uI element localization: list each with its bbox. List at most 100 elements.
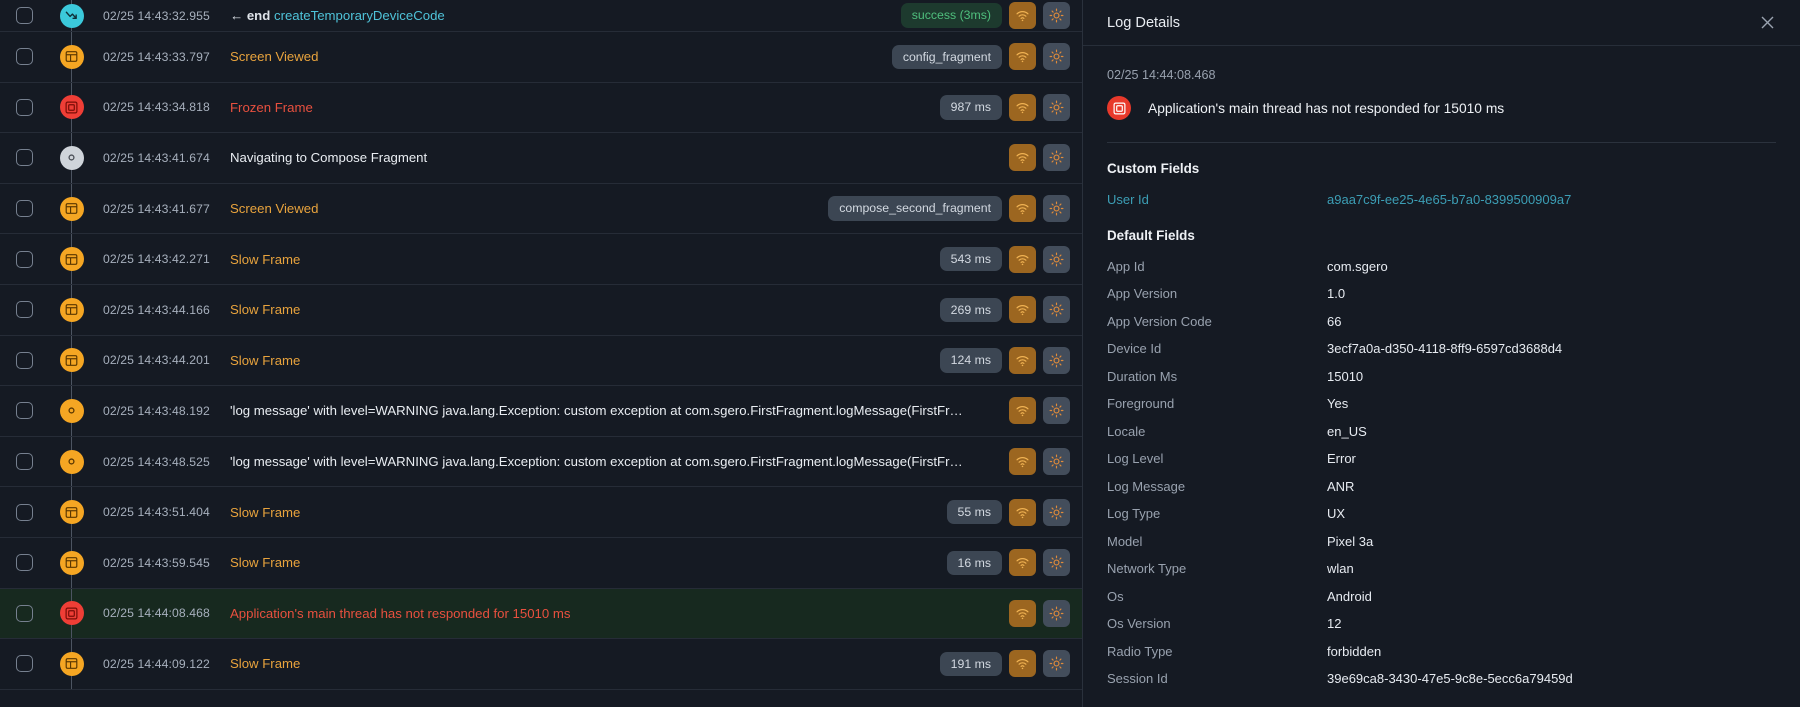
sun-icon[interactable] (1043, 499, 1070, 526)
log-circle-icon (60, 450, 84, 474)
log-message: 'log message' with level=WARNING java.la… (223, 454, 1009, 469)
sun-icon[interactable] (1043, 2, 1070, 29)
field-key: Session Id (1107, 671, 1327, 686)
field-row: OsAndroid (1107, 589, 1776, 604)
sun-icon[interactable] (1043, 397, 1070, 424)
row-actions: compose_second_fragment (828, 195, 1070, 222)
row-checkbox-cell[interactable] (0, 589, 48, 639)
row-actions: success (3ms) (901, 2, 1070, 29)
sun-icon[interactable] (1043, 94, 1070, 121)
row-checkbox[interactable] (16, 200, 33, 217)
sun-icon[interactable] (1043, 549, 1070, 576)
row-checkbox-cell[interactable] (0, 234, 48, 284)
log-message: Slow Frame (223, 656, 940, 671)
wifi-icon[interactable] (1009, 94, 1036, 121)
field-value: com.sgero (1327, 259, 1388, 274)
row-checkbox-cell[interactable] (0, 487, 48, 537)
wifi-icon[interactable] (1009, 448, 1036, 475)
row-checkbox-cell[interactable] (0, 538, 48, 588)
wifi-icon[interactable] (1009, 499, 1036, 526)
wifi-icon[interactable] (1009, 650, 1036, 677)
timeline-cell (48, 437, 95, 487)
wifi-icon[interactable] (1009, 144, 1036, 171)
wifi-icon[interactable] (1009, 347, 1036, 374)
log-list[interactable]: 02/25 14:43:32.955← end createTemporaryD… (0, 0, 1082, 707)
wifi-icon[interactable] (1009, 549, 1036, 576)
row-checkbox[interactable] (16, 402, 33, 419)
row-checkbox-cell[interactable] (0, 285, 48, 335)
log-row[interactable]: 02/25 14:43:34.818Frozen Frame987 ms (0, 83, 1082, 134)
sun-icon[interactable] (1043, 650, 1070, 677)
row-actions: 16 ms (947, 549, 1071, 576)
sun-icon[interactable] (1043, 448, 1070, 475)
wifi-icon[interactable] (1009, 43, 1036, 70)
field-key[interactable]: User Id (1107, 192, 1327, 207)
row-actions (1009, 397, 1070, 424)
log-row[interactable]: 02/25 14:43:51.404Slow Frame55 ms (0, 487, 1082, 538)
field-key: Foreground (1107, 396, 1327, 411)
wifi-icon[interactable] (1009, 296, 1036, 323)
row-checkbox[interactable] (16, 48, 33, 65)
row-checkbox-cell[interactable] (0, 437, 48, 487)
timeline-cell (48, 234, 95, 284)
timeline-cell (48, 184, 95, 234)
row-checkbox[interactable] (16, 554, 33, 571)
timeline-cell (48, 336, 95, 386)
log-row[interactable]: 02/25 14:44:09.122Slow Frame191 ms (0, 639, 1082, 690)
wifi-icon[interactable] (1009, 600, 1036, 627)
row-checkbox[interactable] (16, 7, 33, 24)
row-checkbox-cell[interactable] (0, 32, 48, 82)
row-actions: 191 ms (940, 650, 1070, 677)
wifi-icon[interactable] (1009, 195, 1036, 222)
log-row[interactable]: 02/25 14:43:59.545Slow Frame16 ms (0, 538, 1082, 589)
row-checkbox[interactable] (16, 605, 33, 622)
log-row[interactable]: 02/25 14:43:44.166Slow Frame269 ms (0, 285, 1082, 336)
row-checkbox-cell[interactable] (0, 639, 48, 689)
row-checkbox[interactable] (16, 352, 33, 369)
row-checkbox-cell[interactable] (0, 83, 48, 133)
log-row[interactable]: 02/25 14:43:44.201Slow Frame124 ms (0, 336, 1082, 387)
sun-icon[interactable] (1043, 347, 1070, 374)
log-row[interactable]: 02/25 14:43:48.525'log message' with lev… (0, 437, 1082, 488)
log-row[interactable]: 02/25 14:43:42.271Slow Frame543 ms (0, 234, 1082, 285)
row-checkbox[interactable] (16, 99, 33, 116)
row-checkbox-cell[interactable] (0, 184, 48, 234)
field-row: ModelPixel 3a (1107, 534, 1776, 549)
sun-icon[interactable] (1043, 296, 1070, 323)
row-checkbox-cell[interactable] (0, 386, 48, 436)
row-checkbox[interactable] (16, 453, 33, 470)
row-checkbox[interactable] (16, 301, 33, 318)
log-row[interactable]: 02/25 14:43:32.955← end createTemporaryD… (0, 0, 1082, 32)
log-message: Screen Viewed (223, 201, 828, 216)
wifi-icon[interactable] (1009, 2, 1036, 29)
row-checkbox[interactable] (16, 149, 33, 166)
row-checkbox[interactable] (16, 251, 33, 268)
log-row[interactable]: 02/25 14:44:08.468Application's main thr… (0, 589, 1082, 640)
row-checkbox[interactable] (16, 504, 33, 521)
log-message: 'log message' with level=WARNING java.la… (223, 403, 1009, 418)
close-icon[interactable] (1756, 12, 1778, 34)
log-row[interactable]: 02/25 14:43:48.192'log message' with lev… (0, 386, 1082, 437)
row-checkbox-cell[interactable] (0, 336, 48, 386)
row-checkbox-cell[interactable] (0, 0, 48, 31)
log-row[interactable]: 02/25 14:43:33.797Screen Viewedconfig_fr… (0, 32, 1082, 83)
field-key: Radio Type (1107, 644, 1327, 659)
wifi-icon[interactable] (1009, 397, 1036, 424)
timeline-cell (48, 133, 95, 183)
log-row[interactable]: 02/25 14:43:41.674Navigating to Compose … (0, 133, 1082, 184)
screen-icon (60, 247, 84, 271)
sun-icon[interactable] (1043, 144, 1070, 171)
sun-icon[interactable] (1043, 195, 1070, 222)
field-value[interactable]: a9aa7c9f-ee25-4e65-b7a0-8399500909a7 (1327, 192, 1571, 207)
sun-icon[interactable] (1043, 43, 1070, 70)
wifi-icon[interactable] (1009, 246, 1036, 273)
log-row[interactable]: 02/25 14:43:41.677Screen Viewedcompose_s… (0, 184, 1082, 235)
sun-icon[interactable] (1043, 246, 1070, 273)
row-checkbox-cell[interactable] (0, 133, 48, 183)
field-value: forbidden (1327, 644, 1381, 659)
details-summary-text: Application's main thread has not respon… (1148, 101, 1504, 116)
screen-icon (60, 551, 84, 575)
sun-icon[interactable] (1043, 600, 1070, 627)
row-checkbox[interactable] (16, 655, 33, 672)
row-actions (1009, 448, 1070, 475)
